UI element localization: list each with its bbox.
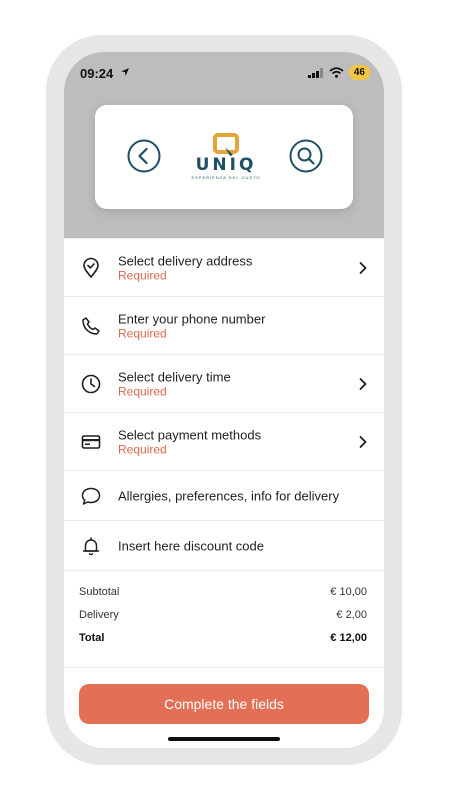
status-time: 09:24 (80, 66, 114, 81)
menu-item-text: Insert here discount code (118, 538, 264, 553)
menu-item-delivery-time[interactable]: Select delivery time Required (64, 354, 384, 412)
total-row: Total € 12,00 (79, 632, 367, 644)
status-icons: 46 (307, 65, 370, 80)
checkout-menu: Select delivery address Required Enter y… (64, 238, 384, 570)
battery-indicator: 46 (348, 65, 370, 80)
required-label: Required (118, 326, 167, 340)
subtotal-row: Subtotal € 10,00 (79, 586, 367, 598)
app-screen: 09:24 46 UNIQ ESPERIENZA DEL GUSTO Selec… (64, 52, 384, 748)
menu-item-phone-number[interactable]: Enter your phone number Required (64, 296, 384, 354)
menu-item-title: Select payment methods (118, 427, 262, 442)
location-arrow-icon (121, 68, 129, 76)
menu-item-text: Allergies, preferences, info for deliver… (118, 488, 339, 503)
status-bar: 09:24 46 (64, 52, 384, 94)
clock-icon (81, 374, 101, 393)
delivery-row: Delivery € 2,00 (79, 609, 367, 621)
menu-item-allergies-info[interactable]: Allergies, preferences, info for deliver… (64, 470, 384, 520)
total-label: Total (79, 632, 105, 644)
chat-bubble-icon (81, 487, 101, 505)
menu-item-discount-code[interactable]: Insert here discount code (64, 520, 384, 570)
logo-text: UNIQ (195, 155, 257, 175)
menu-item-title: Insert here discount code (118, 538, 264, 553)
credit-card-icon (81, 434, 101, 449)
menu-item-title: Select delivery time (118, 369, 231, 384)
logo-tagline: ESPERIENZA DEL GUSTO (191, 175, 261, 180)
menu-item-text: Select payment methods Required (118, 427, 261, 456)
complete-fields-button[interactable]: Complete the fields (79, 684, 369, 724)
delivery-label: Delivery (79, 609, 119, 621)
menu-item-text: Enter your phone number Required (118, 311, 265, 340)
menu-item-payment-methods[interactable]: Select payment methods Required (64, 412, 384, 470)
bell-icon (82, 536, 100, 555)
menu-item-text: Select delivery address Required (118, 253, 252, 282)
required-label: Required (118, 268, 167, 282)
subtotal-label: Subtotal (79, 586, 120, 598)
phone-icon (82, 316, 100, 335)
home-indicator (168, 737, 280, 741)
chevron-right-icon (359, 377, 367, 390)
order-totals: Subtotal € 10,00 Delivery € 2,00 Total €… (64, 570, 384, 668)
brand-logo: UNIQ ESPERIENZA DEL GUSTO (181, 133, 271, 183)
menu-item-text: Select delivery time Required (118, 369, 231, 398)
chevron-right-icon (359, 261, 367, 274)
menu-item-title: Allergies, preferences, info for deliver… (118, 488, 340, 503)
signal-icon (307, 67, 323, 78)
chevron-right-icon (359, 435, 367, 448)
delivery-value: € 2,00 (336, 609, 367, 621)
search-button[interactable] (289, 139, 323, 173)
required-label: Required (118, 384, 167, 398)
subtotal-value: € 10,00 (330, 586, 367, 598)
wifi-icon (329, 67, 344, 78)
menu-item-title: Enter your phone number (118, 311, 266, 326)
back-button[interactable] (127, 139, 161, 173)
menu-item-title: Select delivery address (118, 253, 253, 268)
header-card: UNIQ ESPERIENZA DEL GUSTO (95, 105, 353, 209)
total-value: € 12,00 (330, 632, 367, 644)
menu-item-delivery-address[interactable]: Select delivery address Required (64, 238, 384, 296)
required-label: Required (118, 442, 167, 456)
location-pin-icon (83, 257, 99, 278)
